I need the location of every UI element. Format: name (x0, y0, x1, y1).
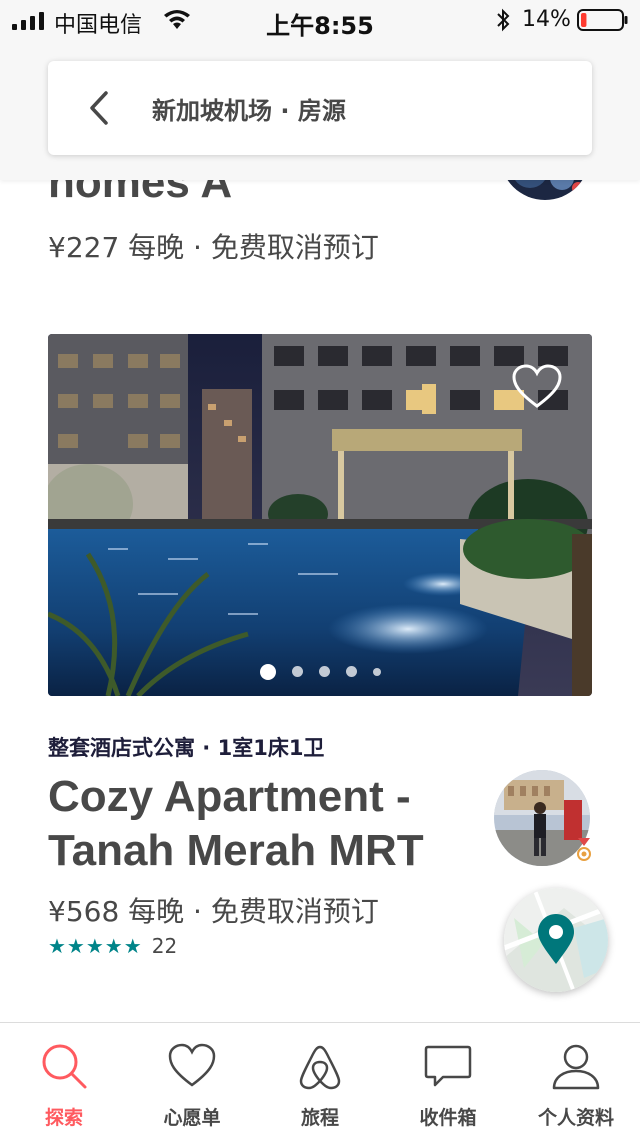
tab-label: 个人资料 (537, 1107, 614, 1129)
tab-trips[interactable]: 旅程 (256, 1041, 384, 1130)
battery-icon (577, 9, 628, 31)
pagination-dot[interactable] (345, 666, 357, 677)
bluetooth-icon (497, 8, 510, 32)
heart-icon[interactable] (512, 364, 562, 410)
message-icon (424, 1045, 472, 1087)
map-pin-icon (504, 888, 608, 992)
pagination-dot[interactable] (318, 666, 330, 677)
listing-title[interactable]: Cozy Apartment - Tanah Merah MRT (48, 770, 478, 878)
tab-label: 心愿单 (163, 1107, 221, 1129)
listing-price: ¥568 每晚 · 免费取消预订 (48, 895, 379, 928)
star-rating-icon: ★★★★★ (48, 934, 143, 958)
review-count: 22 (151, 934, 178, 958)
tab-explore[interactable]: 探索 (0, 1041, 128, 1130)
tab-label: 收件箱 (419, 1107, 477, 1129)
profile-icon (552, 1044, 600, 1090)
previous-listing-price: ¥227 每晚 · 免费取消预订 (48, 231, 379, 264)
listing-type: 整套酒店式公寓 · 1室1床1卫 (48, 736, 325, 760)
tab-label: 旅程 (300, 1107, 339, 1129)
airbnb-logo-icon (299, 1045, 341, 1090)
pagination-dot[interactable] (259, 663, 276, 680)
tab-profile[interactable]: 个人资料 (512, 1041, 640, 1130)
status-bar: 中国电信 上午8:55 14% (0, 0, 640, 40)
superhost-badge-icon (577, 838, 591, 861)
pool-photo (48, 334, 592, 696)
photo-pagination[interactable] (48, 661, 592, 680)
tab-inbox[interactable]: 收件箱 (384, 1041, 512, 1130)
search-icon (42, 1044, 87, 1089)
battery-percent: 14% (522, 7, 571, 32)
search-title: 新加坡机场 · 房源 (152, 97, 346, 125)
pagination-dot[interactable] (291, 666, 303, 677)
search-bar[interactable]: 新加坡机场 · 房源 (48, 61, 592, 155)
rating: ★★★★★ 22 (48, 934, 177, 958)
tab-label: 探索 (44, 1107, 83, 1129)
map-button[interactable] (504, 888, 608, 992)
chevron-left-icon[interactable] (84, 89, 114, 127)
tab-wishlist[interactable]: 心愿单 (128, 1041, 256, 1130)
listing-photo[interactable] (48, 334, 592, 696)
heart-icon (168, 1043, 216, 1087)
tab-bar: 探索 心愿单 旅程 收件箱 个人资料 (0, 1022, 640, 1136)
pagination-dot[interactable] (372, 667, 381, 676)
